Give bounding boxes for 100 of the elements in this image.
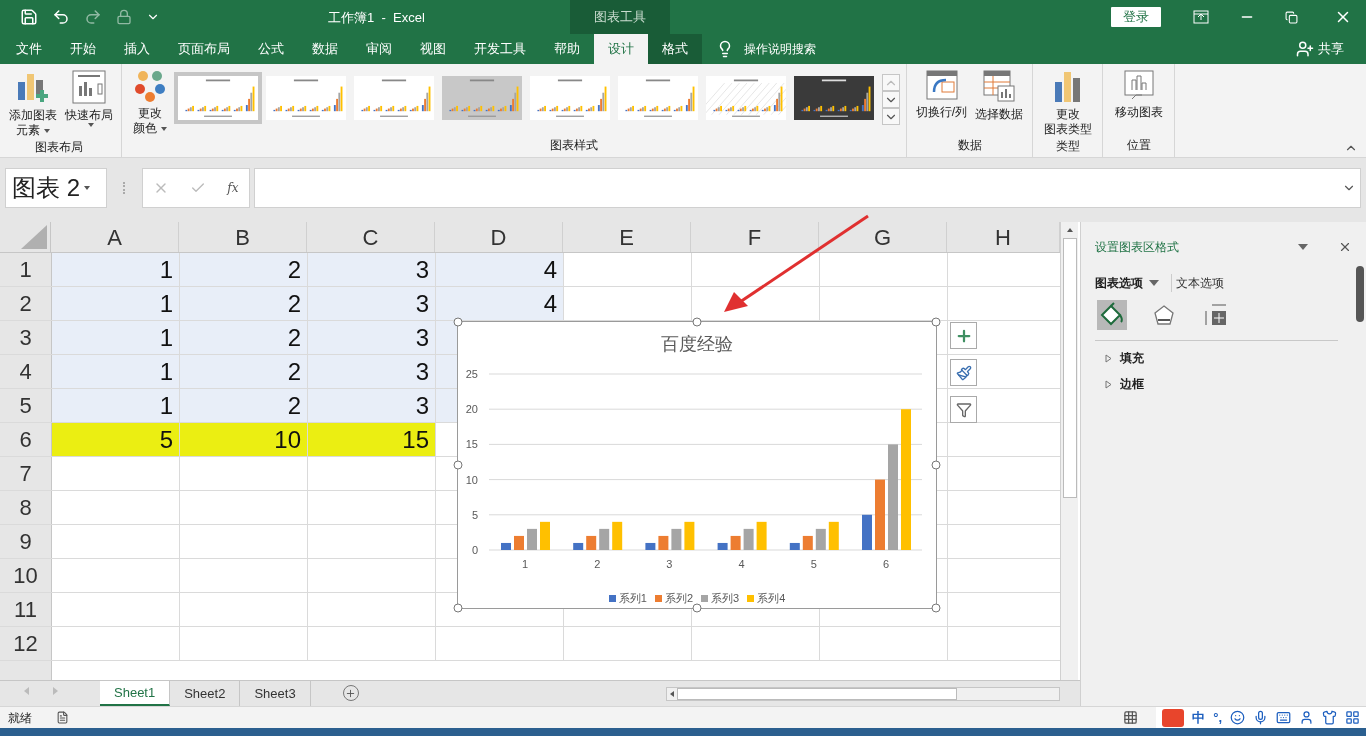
chart-elements-button[interactable]: [950, 322, 977, 349]
ribbon-tab[interactable]: 数据: [298, 34, 352, 64]
normal-view-icon[interactable]: [1123, 710, 1139, 725]
row-header[interactable]: 1: [0, 253, 52, 286]
tell-me-field[interactable]: 操作说明搜索: [744, 40, 816, 58]
ribbon-button[interactable]: 更改 图表类型: [1041, 70, 1094, 137]
chart-filters-button[interactable]: [950, 396, 977, 423]
row-header[interactable]: 9: [0, 525, 52, 558]
microphone-icon[interactable]: [1253, 710, 1268, 725]
save-icon[interactable]: [20, 8, 38, 26]
bar: [862, 514, 872, 550]
ribbon-tab[interactable]: 帮助: [540, 34, 594, 64]
scroll-up-icon[interactable]: [1064, 226, 1075, 234]
user-icon[interactable]: [1299, 710, 1314, 725]
axis-label: 20: [465, 403, 478, 416]
caret-icon: [84, 186, 90, 190]
ribbon-tab[interactable]: 插入: [110, 34, 164, 64]
option-tab[interactable]: 文本选项: [1171, 274, 1232, 292]
bar: [612, 521, 623, 550]
column-header[interactable]: G: [819, 222, 947, 252]
macro-record-icon[interactable]: [56, 711, 69, 724]
option-tab[interactable]: 图表选项: [1095, 274, 1167, 292]
column-header[interactable]: F: [691, 222, 819, 252]
grid-icon[interactable]: [1345, 710, 1360, 725]
ribbon-button[interactable]: 快速布局: [62, 70, 116, 138]
resize-handle[interactable]: [692, 317, 702, 327]
close-icon[interactable]: [1338, 240, 1352, 254]
format-category-tab[interactable]: [1097, 300, 1127, 330]
pane-scrollbar[interactable]: [1356, 266, 1364, 322]
insert-function-button[interactable]: fx: [227, 179, 239, 197]
share-button[interactable]: 共享: [1318, 39, 1344, 59]
shirt-icon[interactable]: [1322, 710, 1337, 725]
row-header[interactable]: 10: [0, 559, 52, 592]
row-header[interactable]: 12: [0, 627, 52, 660]
ribbon-button[interactable]: 移动图表: [1112, 70, 1165, 136]
gallery-more-button[interactable]: [882, 108, 900, 125]
column-header[interactable]: D: [435, 222, 563, 252]
ribbon-tab[interactable]: 公式: [244, 34, 298, 64]
column-header[interactable]: E: [563, 222, 691, 252]
pane-options-icon[interactable]: [1298, 244, 1308, 250]
formula-field[interactable]: [254, 168, 1361, 208]
gallery-down-button[interactable]: [882, 91, 900, 108]
ribbon-tab[interactable]: 审阅: [352, 34, 406, 64]
axis-label: 0: [471, 544, 478, 556]
resize-handle[interactable]: [453, 603, 463, 613]
resize-handle[interactable]: [453, 317, 463, 327]
section-header[interactable]: 边框: [1095, 375, 1352, 393]
resize-handle[interactable]: [931, 603, 941, 613]
row-header[interactable]: 4: [0, 355, 52, 388]
vertical-scrollbar[interactable]: [1060, 222, 1078, 680]
section-header[interactable]: 填充: [1095, 349, 1352, 367]
restore-icon[interactable]: [1285, 10, 1298, 24]
legend-swatch: [747, 594, 755, 602]
resize-handle[interactable]: [692, 603, 702, 613]
chart-title[interactable]: 百度经验: [661, 331, 733, 358]
table-cell: 1: [52, 253, 180, 286]
ribbon-tab[interactable]: 开始: [56, 34, 110, 64]
row-header[interactable]: 2: [0, 287, 52, 320]
row-header[interactable]: 3: [0, 321, 52, 354]
ime-mode[interactable]: 中: [1192, 707, 1206, 728]
ribbon-display-icon[interactable]: [1193, 10, 1209, 24]
row-header[interactable]: 8: [0, 491, 52, 524]
row-header[interactable]: 11: [0, 593, 52, 626]
ribbon-tab[interactable]: 设计: [594, 34, 648, 64]
bar: [802, 535, 813, 550]
emoji-icon[interactable]: [1230, 710, 1245, 725]
column-header[interactable]: B: [179, 222, 307, 252]
change-colors-button[interactable]: 更改 颜色: [130, 70, 170, 136]
chart-styles-button[interactable]: [950, 359, 977, 386]
undo-icon[interactable]: [52, 8, 70, 26]
resize-handle[interactable]: [453, 460, 463, 470]
ribbon-tab[interactable]: 文件: [2, 34, 56, 64]
ribbon-tab[interactable]: 格式: [648, 34, 702, 64]
name-box[interactable]: 图表 2: [5, 168, 107, 208]
bar: [645, 542, 656, 550]
ribbon-button[interactable]: 切换行/列: [913, 70, 970, 136]
ime-mode[interactable]: °,: [1213, 707, 1222, 728]
sheet-tab[interactable]: Sheet1: [100, 681, 171, 706]
resize-handle[interactable]: [931, 460, 941, 470]
resize-handle[interactable]: [931, 317, 941, 327]
ribbon-tab[interactable]: 开发工具: [460, 34, 540, 64]
bar: [527, 528, 537, 550]
table-cell: 2: [180, 253, 308, 286]
keyboard-icon[interactable]: [1276, 710, 1291, 725]
row-header[interactable]: 5: [0, 389, 52, 422]
axis-label: 6: [882, 558, 890, 570]
ribbon-button[interactable]: 添加图表 元素: [6, 70, 60, 138]
ribbon-button[interactable]: 选择数据: [973, 70, 1026, 136]
ribbon-tab[interactable]: 页面布局: [164, 34, 244, 64]
horizontal-scrollbar[interactable]: [666, 687, 1060, 701]
column-header[interactable]: C: [307, 222, 435, 252]
chart-style-thumbnail[interactable]: [174, 72, 262, 124]
layout-icon: [72, 70, 106, 104]
sign-in-button[interactable]: 登录: [1111, 7, 1161, 27]
row-header[interactable]: 6: [0, 423, 52, 456]
row-header[interactable]: 7: [0, 457, 52, 490]
legend-swatch: [701, 594, 708, 602]
ribbon-tab[interactable]: 视图: [406, 34, 460, 64]
column-header[interactable]: A: [51, 222, 179, 252]
bar: [540, 521, 550, 550]
